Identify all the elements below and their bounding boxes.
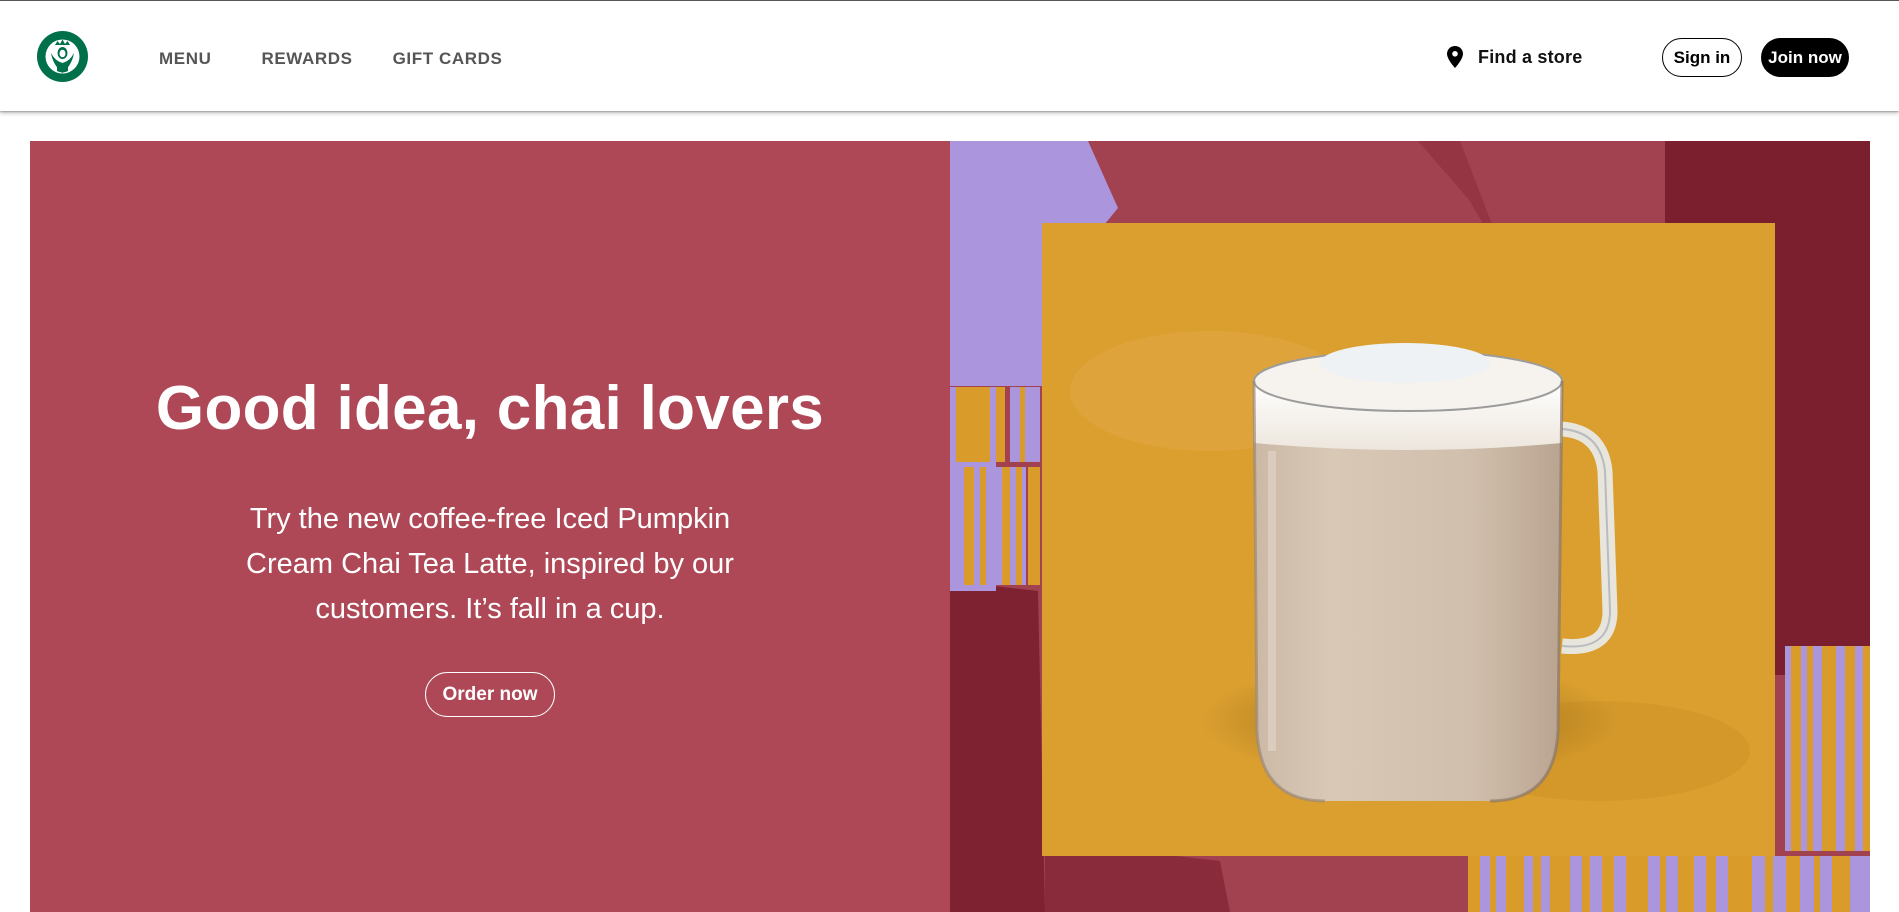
chai-latte-image [950, 141, 1870, 912]
find-a-store-link[interactable]: Find a store [1447, 46, 1582, 68]
nav-rewards-link[interactable]: REWARDS [261, 49, 352, 69]
hero-title: Good idea, chai lovers [155, 374, 825, 443]
location-pin-icon [1447, 46, 1463, 68]
order-now-button[interactable]: Order now [425, 672, 555, 717]
find-a-store-label: Find a store [1478, 46, 1583, 67]
nav-menu-link[interactable]: MENU [159, 49, 211, 69]
nav-gift-cards-link[interactable]: GIFT CARDS [393, 49, 503, 69]
join-now-button[interactable]: Join now [1761, 38, 1849, 77]
hero-description: Try the new coffee-free Iced Pumpkin Cre… [246, 503, 734, 625]
main-nav: MENU REWARDS GIFT CARDS [159, 49, 502, 69]
starbucks-logo-icon[interactable] [37, 31, 88, 82]
sign-in-button[interactable]: Sign in [1662, 38, 1742, 77]
hero-text-panel: Good idea, chai lovers Try the new coffe… [30, 141, 950, 912]
site-header: MENU REWARDS GIFT CARDS Find a store Sig… [0, 0, 1899, 111]
siren-logo-svg [37, 31, 88, 82]
hero-image-panel [950, 141, 1870, 912]
